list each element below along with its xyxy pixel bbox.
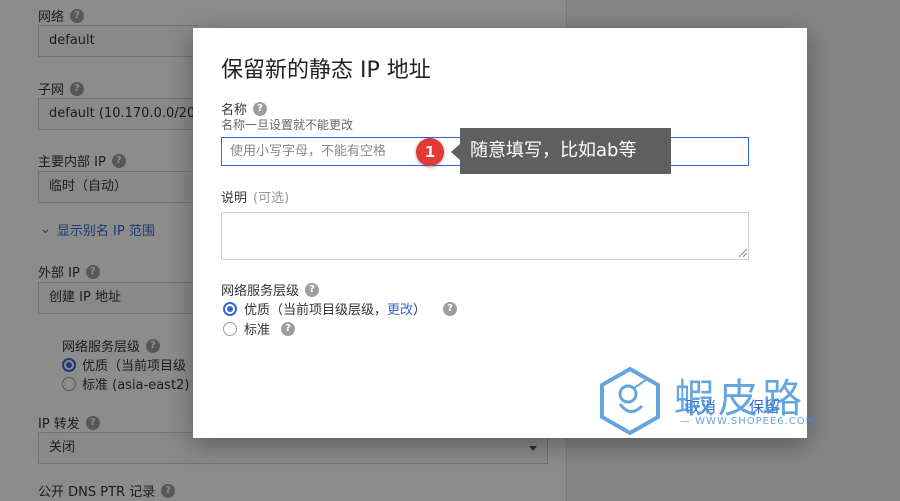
radio-selected-icon[interactable] xyxy=(223,301,237,316)
optional-tag: (可选) xyxy=(253,191,290,206)
tier-premium-label: 优质（当前项目级层级， xyxy=(244,303,388,318)
help-icon[interactable]: ? xyxy=(305,282,320,297)
radio-icon[interactable] xyxy=(223,321,237,336)
tier-standard-text: 标准 xyxy=(244,323,271,338)
step-number-badge: 1 xyxy=(416,138,444,166)
description-label: 说明 (可选) xyxy=(221,187,289,206)
help-icon[interactable]: ? xyxy=(281,321,296,336)
watermark-url: — WWW.SHOPEE6.COM xyxy=(680,416,816,427)
annotation-tooltip: 随意填写，比如ab等 xyxy=(451,128,671,174)
resize-handle-icon[interactable] xyxy=(737,247,747,257)
tier-label: 网络服务层级 ? xyxy=(221,280,320,299)
help-icon[interactable]: ? xyxy=(253,101,268,116)
help-icon[interactable]: ? xyxy=(443,301,458,316)
description-label-text: 说明 xyxy=(221,191,248,206)
tier-standard-option[interactable]: 标准 ? xyxy=(223,319,296,338)
tier-label-text: 网络服务层级 xyxy=(221,284,300,299)
shrimp-logo-icon xyxy=(600,366,660,436)
tier-premium-suffix: ） xyxy=(413,303,427,318)
dialog-title: 保留新的静态 IP 地址 xyxy=(221,58,431,83)
tier-premium-option[interactable]: 优质（当前项目级层级，更改） ? xyxy=(223,299,458,318)
name-hint: 名称一旦设置就不能更改 xyxy=(221,118,354,132)
watermark: 蝦皮路 — WWW.SHOPEE6.COM xyxy=(598,366,824,436)
tier-premium-text: 优质（当前项目级层级，更改） xyxy=(244,299,426,318)
change-tier-link[interactable]: 更改 xyxy=(387,303,413,318)
description-textarea[interactable] xyxy=(221,212,749,260)
